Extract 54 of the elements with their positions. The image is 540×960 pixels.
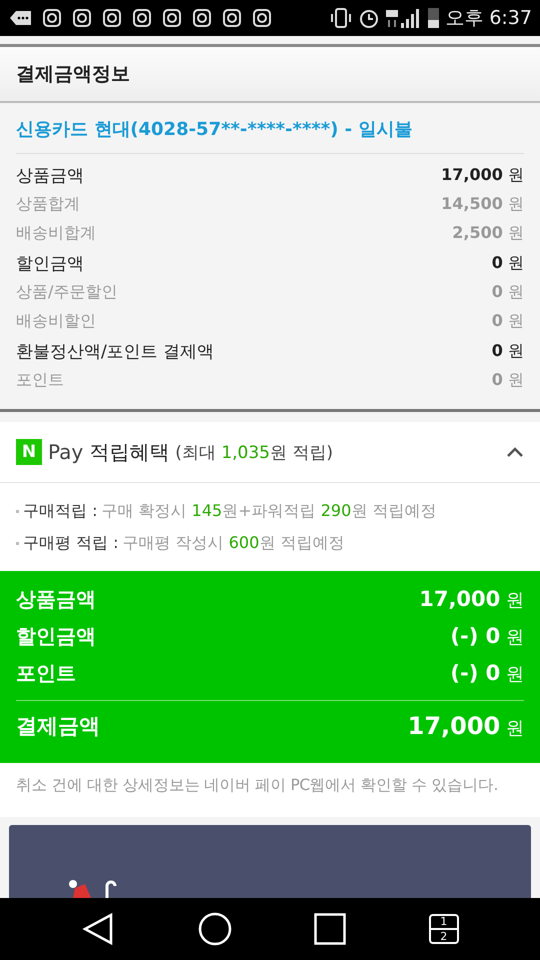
clock: 오후 6:37 — [445, 6, 532, 31]
amount-label: 포인트 — [16, 370, 64, 391]
app-notification-icon — [162, 8, 182, 28]
home-icon[interactable] — [198, 912, 232, 946]
notice-text: 취소 건에 대한 상세정보는 네이버 페이 PC웹에서 확인할 수 있습니다. — [0, 763, 540, 817]
amount-value: 17,000 원 — [441, 164, 524, 186]
summary-value: 17,000 원 — [419, 587, 524, 612]
amount-label: 배송비할인 — [16, 311, 96, 332]
amount-label: 상품/주문할인 — [16, 282, 118, 303]
vibrate-icon — [330, 8, 352, 28]
amount-value: 0 원 — [492, 252, 524, 274]
app-notification-icon — [252, 8, 272, 28]
collapse-icon[interactable] — [506, 446, 524, 458]
summary-label: 할인금액 — [16, 623, 96, 650]
back-icon[interactable] — [81, 912, 116, 946]
brand-text: Pay — [48, 440, 84, 464]
app-notification-icon — [72, 8, 92, 28]
summary-value: (-) 0 원 — [450, 624, 524, 649]
summary-label: 상품금액 — [16, 586, 96, 613]
app-notification-icon — [132, 8, 152, 28]
amount-label: 배송비합계 — [16, 223, 96, 244]
logo-badge: N — [16, 439, 42, 465]
benefit-label: 구매평 적립 : — [23, 532, 119, 554]
amount-label: 환불정산액/포인트 결제액 — [16, 340, 214, 362]
summary-label: 포인트 — [16, 660, 76, 687]
amount-label: 상품금액 — [16, 164, 84, 186]
benefit-text: 구매 확정시 145원+파워적립 290원 적립예정 — [101, 500, 436, 522]
summary-value: (-) 0 원 — [450, 661, 524, 686]
amount-value: 2,500 원 — [452, 223, 524, 244]
app-notification-icon — [42, 8, 62, 28]
amount-label: 상품합계 — [16, 194, 80, 215]
alarm-icon — [358, 7, 380, 29]
section-title: 결제금액정보 — [16, 62, 130, 87]
amount-value: 0 원 — [492, 370, 524, 391]
split-screen-icon[interactable]: 1 2 — [428, 914, 459, 944]
summary-label: 결제금액 — [16, 713, 100, 740]
santa-hat-icon — [67, 878, 117, 898]
amount-value: 0 원 — [492, 311, 524, 332]
payment-method: 신용카드 현대(4028-57**-****-****) - 일시불 — [16, 103, 524, 154]
benefit-title: 적립혜택 — [89, 438, 170, 466]
summary-value: 17,000 원 — [408, 712, 524, 740]
benefit-subtitle: (최대 1,035원 적립) — [175, 442, 334, 464]
app-notification-icon — [192, 8, 212, 28]
amount-value: 0 원 — [492, 340, 524, 362]
more-icon — [10, 9, 32, 27]
app-notification-icon — [102, 8, 122, 28]
benefit-label: 구매적립 : — [23, 500, 98, 522]
recents-icon[interactable] — [314, 913, 346, 945]
battery-icon — [428, 8, 440, 28]
amount-value: 0 원 — [492, 282, 524, 303]
benefit-text: 구매평 작성시 600원 적립예정 — [122, 532, 344, 554]
amount-label: 할인금액 — [16, 252, 84, 274]
amount-value: 14,500 원 — [441, 194, 524, 215]
app-notification-icon — [222, 8, 242, 28]
